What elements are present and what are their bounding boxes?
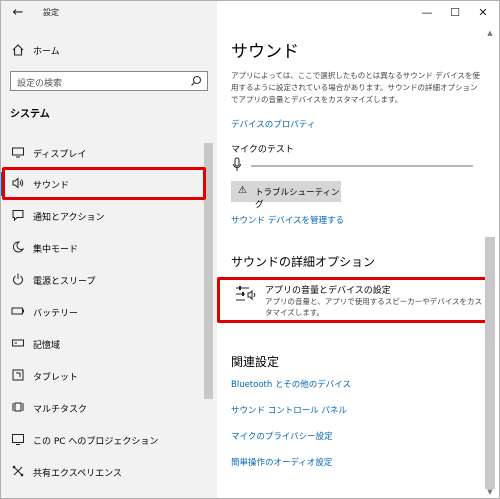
- sidebar-item-focus[interactable]: 集中モード: [1, 236, 217, 260]
- sidebar-item-storage[interactable]: 記憶域: [1, 332, 217, 356]
- sidebar-item-tablet[interactable]: タブレット: [1, 364, 217, 388]
- sidebar-item-shared[interactable]: 共有エクスペリエンス: [1, 460, 217, 484]
- related-settings-heading: 関連設定: [231, 355, 280, 369]
- minimize-button[interactable]: —: [415, 4, 439, 22]
- manage-devices-link[interactable]: サウンド デバイスを管理する: [231, 214, 344, 226]
- power-icon: [13, 273, 23, 285]
- sidebar-item-projection[interactable]: この PC へのプロジェクション: [1, 428, 217, 452]
- device-properties-link[interactable]: デバイスのプロパティ: [231, 118, 315, 130]
- settings-window: ← 設定 ホーム 設定の検索 システム ディスプレイ サウンド 通知とアクション…: [0, 0, 500, 499]
- sidebar-item-label: 共有エクスペリエンス: [33, 469, 122, 479]
- microphone-icon: [233, 157, 241, 171]
- sidebar-item-display[interactable]: ディスプレイ: [1, 141, 217, 165]
- sidebar-item-notifications[interactable]: 通知とアクション: [1, 204, 217, 228]
- sidebar-item-label: 通知とアクション: [33, 213, 105, 223]
- sidebar-item-label: 電源とスリープ: [33, 277, 96, 287]
- sidebar-item-multitasking[interactable]: マルチタスク: [1, 396, 217, 420]
- mic-level-bar: [251, 165, 473, 167]
- sidebar-item-label: この PC へのプロジェクション: [33, 437, 159, 447]
- projection-icon: [12, 434, 24, 445]
- related-link-bluetooth[interactable]: Bluetooth とその他のデバイス: [231, 378, 351, 390]
- home-icon: [12, 44, 24, 56]
- sidebar-item-label: タブレット: [33, 373, 79, 383]
- battery-icon: [11, 307, 24, 315]
- warning-icon: ⚠: [238, 185, 247, 196]
- multitask-icon: [12, 402, 24, 412]
- sidebar-item-label: 集中モード: [33, 245, 79, 255]
- sidebar-item-label: バッテリー: [33, 309, 79, 319]
- main-scrollbar[interactable]: [485, 237, 495, 489]
- troubleshoot-button[interactable]: ⚠ トラブルシューティング: [231, 181, 341, 210]
- related-link-mic-privacy[interactable]: マイクのプライバシー設定: [231, 430, 333, 442]
- sidebar: ← 設定 ホーム 設定の検索 システム ディスプレイ サウンド 通知とアクション…: [1, 1, 217, 498]
- title-bar: ← 設定: [1, 1, 217, 27]
- scroll-down-arrow[interactable]: ▼: [485, 488, 495, 498]
- home-nav-item[interactable]: ホーム: [1, 39, 217, 63]
- moon-icon: [12, 241, 25, 253]
- page-title: サウンド: [231, 42, 299, 62]
- display-icon: [12, 147, 24, 158]
- highlight-box-app-volume: [217, 277, 489, 323]
- page-description: アプリによっては、ここで選択したものとは異なるサウンド デバイスを使用するように…: [231, 71, 480, 104]
- scroll-up-arrow[interactable]: ▲: [485, 29, 495, 39]
- sidebar-item-battery[interactable]: バッテリー: [1, 300, 217, 324]
- sidebar-item-label: マルチタスク: [33, 405, 88, 415]
- sidebar-item-label: ディスプレイ: [33, 150, 87, 160]
- back-button[interactable]: ←: [7, 3, 29, 23]
- storage-icon: [12, 339, 24, 347]
- shared-icon: [12, 465, 24, 477]
- section-heading: システム: [10, 109, 50, 120]
- related-link-sound-control-panel[interactable]: サウンド コントロール パネル: [231, 404, 347, 416]
- related-link-ease-of-access-audio[interactable]: 簡単操作のオーディオ設定: [231, 456, 332, 468]
- close-button[interactable]: ✕: [471, 4, 495, 22]
- mic-test-label: マイクのテスト: [231, 145, 294, 155]
- troubleshoot-label: トラブルシューティング: [255, 188, 340, 210]
- search-icon: [191, 75, 202, 86]
- sidebar-item-power[interactable]: 電源とスリープ: [1, 268, 217, 292]
- home-label: ホーム: [33, 47, 60, 57]
- highlight-box-sound: [2, 167, 206, 200]
- maximize-button[interactable]: ☐: [443, 4, 467, 22]
- advanced-options-heading: サウンドの詳細オプション: [231, 255, 376, 269]
- tablet-icon: [12, 369, 24, 381]
- window-title: 設定: [43, 8, 59, 17]
- search-placeholder: 設定の検索: [17, 79, 63, 89]
- sidebar-item-label: 記憶域: [33, 341, 61, 351]
- notification-icon: [12, 210, 24, 222]
- main-content: — ☐ ✕ サウンド アプリによっては、ここで選択したものとは異なるサウンド デ…: [217, 1, 499, 498]
- search-input[interactable]: 設定の検索: [10, 71, 208, 91]
